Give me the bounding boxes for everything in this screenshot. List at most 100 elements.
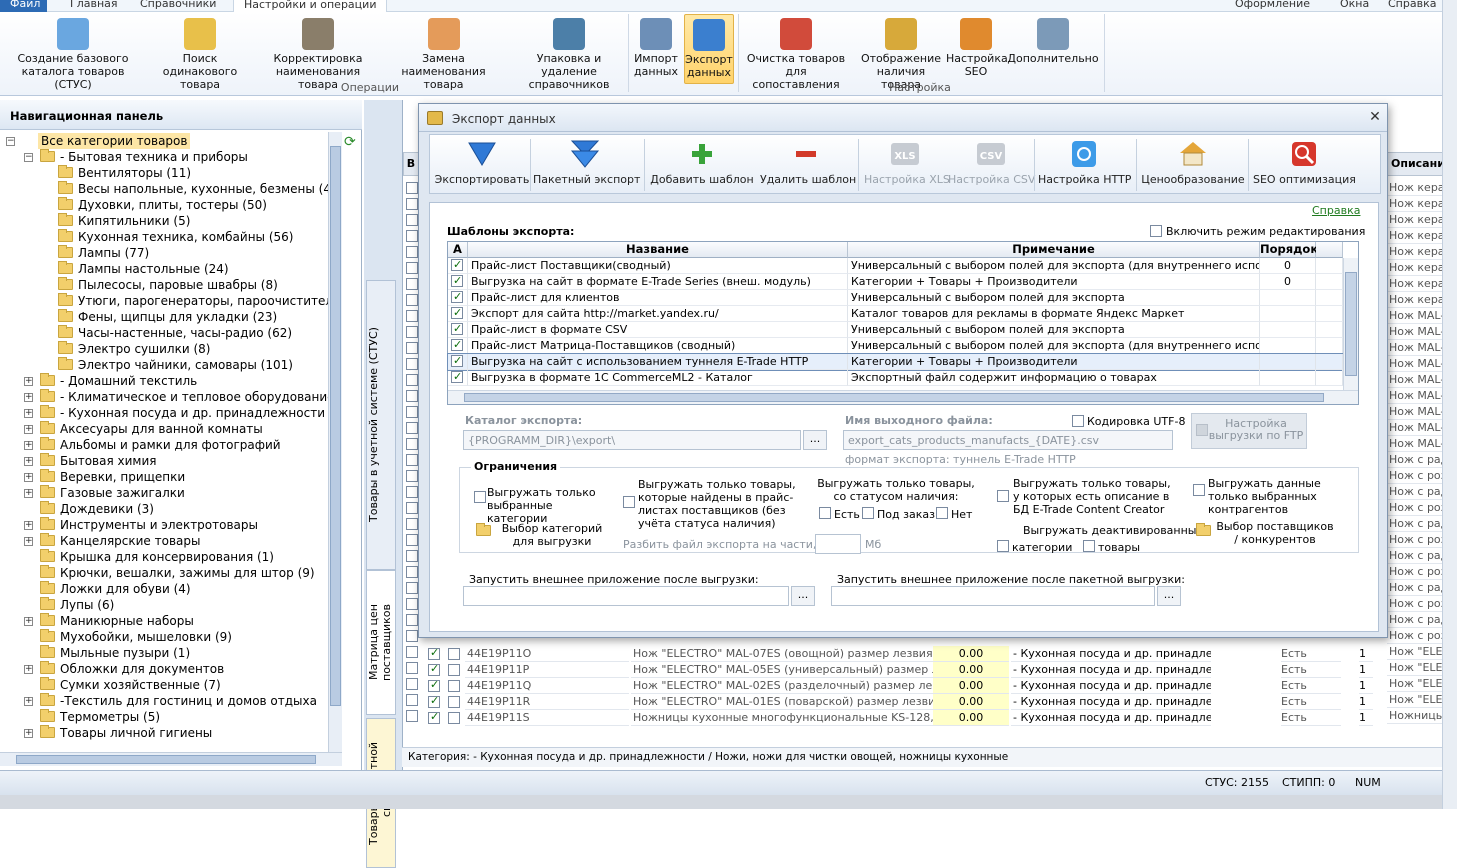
template-active-checkbox[interactable] [451, 370, 463, 384]
col-order[interactable]: Порядок [1260, 242, 1318, 258]
deactivated-categories-checkbox[interactable] [997, 540, 1009, 552]
template-row[interactable]: Экспорт для сайта http://market.yandex.r… [448, 306, 1343, 322]
close-icon[interactable]: ✕ [1367, 109, 1383, 125]
expand-icon[interactable]: + [24, 697, 33, 706]
template-row[interactable]: Прайс-лист Матрица-Поставщиков (сводный)… [448, 338, 1343, 354]
tree-item[interactable]: + Аксесуары для ванной комнаты [0, 421, 340, 437]
col-a[interactable]: А [448, 242, 468, 258]
tree-item[interactable]: + Инструменты и электротовары [0, 517, 340, 533]
tree-item[interactable]: Лупы (6) [0, 597, 340, 613]
tree-item[interactable]: − - Бытовая техника и приборы [0, 149, 340, 165]
ribbon-button-search-star[interactable]: Поиск одинакового товара [144, 14, 256, 91]
refresh-icon[interactable]: ⟳ [344, 134, 360, 150]
template-row[interactable]: Прайс-лист в формате CSVУниверсальный с … [448, 322, 1343, 338]
run-after-batch-browse-button[interactable]: ... [1157, 586, 1181, 606]
tree-item[interactable]: Электро сушилки (8) [0, 341, 340, 357]
expand-icon[interactable]: + [24, 409, 33, 418]
row-select-checkbox[interactable] [406, 230, 418, 242]
row-select-checkbox[interactable] [406, 438, 418, 450]
template-active-checkbox[interactable] [451, 258, 463, 272]
tree-item[interactable]: + Альбомы и рамки для фотографий [0, 437, 340, 453]
active-checkbox[interactable] [428, 678, 440, 692]
template-row[interactable]: Выгрузка на сайт в формате E-Trade Serie… [448, 274, 1343, 290]
flag-checkbox[interactable] [448, 712, 460, 724]
row-select-checkbox[interactable] [406, 502, 418, 514]
tree-item[interactable]: Крючки, вешалки, зажимы для штор (9) [0, 565, 340, 581]
ftp-settings-button[interactable]: Настройка выгрузки по FTP [1191, 413, 1307, 449]
toolbar-button-seo-search[interactable]: SEO оптимизация [1253, 137, 1356, 193]
row-select-checkbox[interactable] [406, 614, 418, 626]
row-select-checkbox[interactable] [406, 294, 418, 306]
catalog-browse-button[interactable]: ... [803, 430, 827, 450]
toolbar-button-csv[interactable]: CSV Настройка CSV [948, 137, 1035, 193]
ribbon-button-import[interactable]: Импорт данных [630, 14, 682, 84]
collapse-icon[interactable]: − [24, 153, 33, 162]
row-select-checkbox[interactable] [406, 198, 418, 210]
active-checkbox[interactable] [428, 710, 440, 724]
toolbar-button-minus[interactable]: Удалить шаблон [760, 137, 856, 193]
folder-add-icon[interactable] [476, 523, 492, 538]
row-select-checkbox[interactable] [406, 406, 418, 418]
tree-item[interactable]: Сумки хозяйственные (7) [0, 677, 340, 693]
ftp-checkbox[interactable] [1196, 424, 1208, 436]
expand-icon[interactable]: + [24, 457, 33, 466]
row-select-checkbox[interactable] [406, 358, 418, 370]
tree-item[interactable]: Духовки, плиты, тостеры (50) [0, 197, 340, 213]
tree-item[interactable]: Термометры (5) [0, 709, 340, 725]
tree-item[interactable]: Кухонная техника, комбайны (56) [0, 229, 340, 245]
tree-item[interactable]: + Газовые зажигалки [0, 485, 340, 501]
tree-item[interactable]: Лампы (77) [0, 245, 340, 261]
catalog-input[interactable]: {PROGRAMM_DIR}\export\ [463, 430, 801, 450]
tree-item[interactable]: Лампы настольные (24) [0, 261, 340, 277]
edit-mode-checkbox[interactable] [1150, 225, 1162, 237]
row-select-checkbox[interactable] [406, 582, 418, 594]
ribbon-button-database[interactable]: Упаковка и удаление справочников [508, 14, 630, 91]
tree-item[interactable]: Фены, щипцы для укладки (23) [0, 309, 340, 325]
row-select-checkbox[interactable] [406, 454, 418, 466]
row-select-checkbox[interactable] [406, 214, 418, 226]
expand-icon[interactable]: + [24, 441, 33, 450]
tree-item[interactable]: + Маникюрные наборы [0, 613, 340, 629]
active-checkbox[interactable] [428, 694, 440, 708]
expand-icon[interactable]: + [24, 393, 33, 402]
ribbon-button-pencil[interactable]: Отображение наличия товара [858, 14, 944, 91]
tree-item[interactable]: + - Домашний текстиль [0, 373, 340, 389]
template-active-checkbox[interactable] [451, 306, 463, 320]
template-active-checkbox[interactable] [451, 290, 463, 304]
row-select-checkbox[interactable] [406, 550, 418, 562]
vtab-price-matrix[interactable]: Матрица цен поставщиков [366, 570, 396, 715]
toolbar-button-funnel[interactable]: Экспортировать [434, 137, 530, 193]
expand-icon[interactable]: + [24, 665, 33, 674]
tree-item[interactable]: Кипятильники (5) [0, 213, 340, 229]
tree-item[interactable]: Весы напольные, кухонные, безмены (45) [0, 181, 342, 197]
template-row[interactable]: Прайс-лист для клиентовУниверсальный с в… [448, 290, 1343, 306]
col-note[interactable]: Примечание [848, 242, 1260, 258]
run-after-batch-input[interactable] [831, 586, 1155, 606]
flag-checkbox[interactable] [448, 648, 460, 660]
row-select-checkbox[interactable] [406, 310, 418, 322]
template-row[interactable]: Выгрузка на сайт с использованием туннел… [447, 353, 1344, 371]
split-size-input[interactable] [815, 534, 861, 554]
flag-checkbox[interactable] [448, 664, 460, 676]
row-select-checkbox[interactable] [406, 422, 418, 434]
tree-item[interactable]: − Все категории товаров [0, 133, 340, 149]
row-select-checkbox[interactable] [406, 374, 418, 386]
row-select-checkbox[interactable] [406, 566, 418, 578]
row-select-checkbox[interactable] [406, 246, 418, 258]
active-checkbox[interactable] [428, 662, 440, 676]
templates-horizontal-scrollbar[interactable] [448, 390, 1358, 404]
collapse-icon[interactable]: − [6, 137, 15, 146]
row-select-checkbox[interactable] [406, 326, 418, 338]
tree-item[interactable]: Мухобойки, мышеловки (9) [0, 629, 340, 645]
row-select-checkbox[interactable] [406, 534, 418, 546]
toolbar-button-house[interactable]: Ценообразование [1140, 137, 1246, 193]
choose-categories-button[interactable]: Выбор категорий для выгрузки [493, 522, 611, 548]
tree-item[interactable]: Мыльные пузыри (1) [0, 645, 340, 661]
choose-suppliers-button[interactable]: Выбор поставщиков / конкурентов [1215, 520, 1335, 546]
flag-checkbox[interactable] [448, 680, 460, 692]
active-checkbox[interactable] [428, 646, 440, 660]
row-select-checkbox[interactable] [406, 262, 418, 274]
row-select-checkbox[interactable] [406, 518, 418, 530]
vtab-stus[interactable]: Товары в учетной системе (СТУС) [366, 280, 396, 570]
tree-item[interactable]: + Товары личной гигиены [0, 725, 340, 741]
